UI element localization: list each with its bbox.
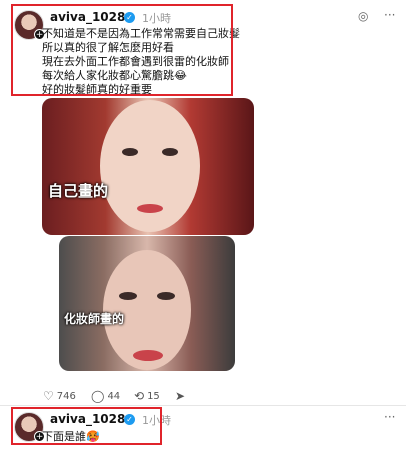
post-text: 下面是誰🥵 xyxy=(42,430,100,443)
image-label: 自己畫的 xyxy=(48,182,109,200)
repost-icon: ⟲ xyxy=(134,389,145,403)
username[interactable]: aviva_1028 xyxy=(50,10,125,24)
post-image-artist-makeup[interactable]: 化妝師畫的 xyxy=(59,236,235,371)
verified-badge-icon: ✓ xyxy=(124,12,135,23)
more-icon[interactable]: ··· xyxy=(384,8,395,22)
post-time: 1小時 xyxy=(142,414,171,427)
share-icon: ➤ xyxy=(175,389,186,403)
heart-icon: ♡ xyxy=(43,389,54,403)
post-text-line: 現在去外面工作都會遇到很雷的化妝師 xyxy=(42,55,229,68)
eye-shape xyxy=(119,292,137,300)
eye-shape xyxy=(162,148,178,156)
post-image-self-makeup[interactable]: 自己畫的 xyxy=(42,98,254,235)
more-icon[interactable]: ··· xyxy=(384,410,395,424)
lips-shape xyxy=(137,204,163,213)
eye-shape xyxy=(122,148,138,156)
image-label: 化妝師畫的 xyxy=(64,312,125,326)
comment-button[interactable]: ◯ 44 xyxy=(91,389,120,403)
divider xyxy=(0,405,406,406)
post-text-line: 不知道是不是因為工作常常需要自己妝髮 xyxy=(42,27,240,40)
post-text-line: 好的妝髮師真的好重要 xyxy=(42,83,152,96)
lips-shape xyxy=(133,350,163,361)
post-time: 1小時 xyxy=(142,12,171,25)
comment-icon: ◯ xyxy=(91,389,105,403)
like-button[interactable]: ♡ 746 xyxy=(43,389,76,403)
username[interactable]: aviva_1028 xyxy=(50,412,125,426)
face-illustration xyxy=(100,100,200,232)
post-text-line: 每次給人家化妝都心驚膽跳😂 xyxy=(42,69,187,82)
like-count: 746 xyxy=(56,390,76,402)
verified-badge-icon: ✓ xyxy=(124,414,135,425)
repost-button[interactable]: ⟲ 15 xyxy=(134,389,160,403)
translate-icon[interactable]: ◎ xyxy=(358,9,368,23)
share-button[interactable]: ➤ xyxy=(175,389,185,403)
eye-shape xyxy=(157,292,175,300)
comment-count: 44 xyxy=(107,390,121,402)
post-text-line: 所以真的很了解怎麼用好看 xyxy=(42,41,174,54)
repost-count: 15 xyxy=(147,390,160,402)
